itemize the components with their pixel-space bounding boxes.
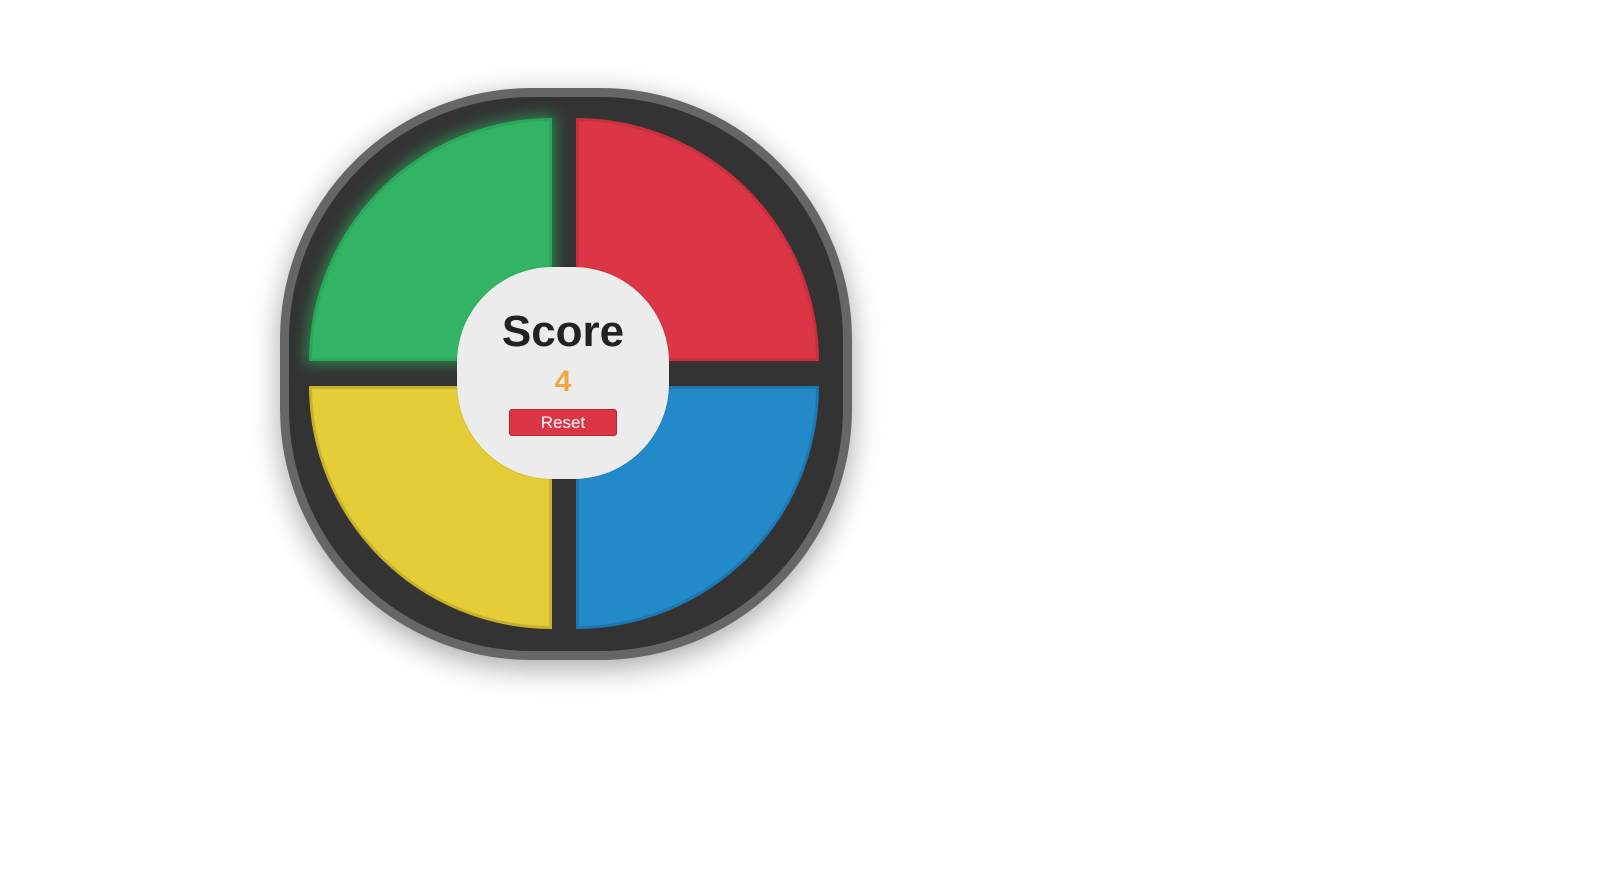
score-value: 4 xyxy=(554,365,572,398)
score-panel: Score 4 Reset xyxy=(457,267,669,479)
score-title: Score xyxy=(501,307,625,356)
game-stage: Score 4 Reset xyxy=(0,0,1600,890)
simon-board: Score 4 Reset xyxy=(280,88,852,660)
reset-button[interactable]: Reset xyxy=(509,409,617,436)
